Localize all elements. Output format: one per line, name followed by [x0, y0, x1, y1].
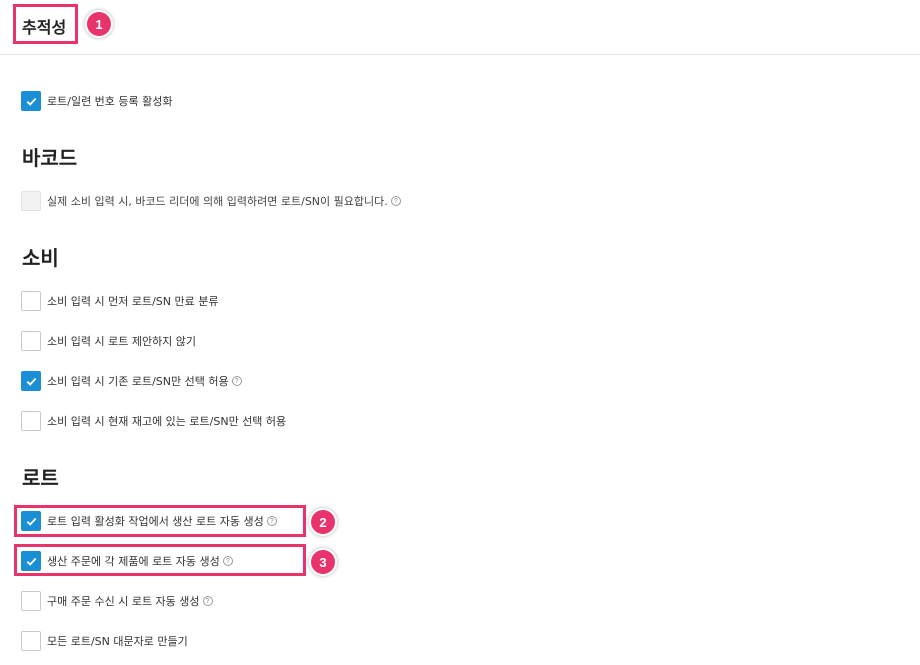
consumption-option-checkbox[interactable] [21, 411, 41, 431]
consumption-option-label: 소비 입력 시 현재 재고에 있는 로트/SN만 선택 허용 [47, 415, 287, 428]
lot-option-label: 구매 주문 수신 시 로트 자동 생성 [47, 595, 200, 608]
consumption-option-checkbox[interactable] [21, 371, 41, 391]
consumption-option-label: 소비 입력 시 기존 로트/SN만 선택 허용 [47, 375, 229, 388]
check-icon [26, 97, 36, 106]
title-divider [0, 54, 920, 55]
annotation-badge-2: 2 [311, 510, 335, 534]
question-circle-icon[interactable]: ? [266, 516, 277, 526]
require-lot-sn-checkbox [21, 191, 41, 211]
lot-option-row[interactable]: 로트 입력 활성화 작업에서 생산 로트 자동 생성 ? [21, 511, 277, 531]
question-circle-icon[interactable]: ? [202, 596, 213, 606]
check-icon [26, 517, 36, 526]
require-lot-sn-row: 실제 소비 입력 시, 바코드 리더에 의해 입력하려면 로트/SN이 필요합니… [21, 191, 401, 211]
question-circle-icon[interactable]: ? [222, 556, 233, 566]
lot-section-title: 로트 [22, 466, 59, 490]
lot-option-label: 로트 입력 활성화 작업에서 생산 로트 자동 생성 [47, 515, 264, 528]
lot-option-row[interactable]: 생산 주문에 각 제품에 로트 자동 생성 ? [21, 551, 233, 571]
annotation-badge-3: 3 [311, 550, 335, 574]
lot-option-checkbox[interactable] [21, 631, 41, 651]
lot-option-row[interactable]: 구매 주문 수신 시 로트 자동 생성 ? [21, 591, 213, 611]
lot-option-row[interactable]: 모든 로트/SN 대문자로 만들기 [21, 631, 188, 651]
lot-option-label: 모든 로트/SN 대문자로 만들기 [47, 635, 188, 648]
lot-option-checkbox[interactable] [21, 551, 41, 571]
question-circle-icon[interactable]: ? [390, 196, 401, 206]
annotation-badge-1: 1 [87, 12, 111, 36]
enable-lot-serial-row[interactable]: 로트/일련 번호 등록 활성화 [21, 91, 173, 111]
barcode-section-title: 바코드 [22, 146, 78, 170]
consumption-section-title: 소비 [22, 246, 59, 270]
consumption-option-row[interactable]: 소비 입력 시 기존 로트/SN만 선택 허용 ? [21, 371, 242, 391]
consumption-option-label: 소비 입력 시 로트 제안하지 않기 [47, 335, 197, 348]
check-icon [26, 377, 36, 386]
lot-option-label: 생산 주문에 각 제품에 로트 자동 생성 [47, 555, 220, 568]
consumption-option-row[interactable]: 소비 입력 시 현재 재고에 있는 로트/SN만 선택 허용 [21, 411, 286, 431]
question-circle-icon[interactable]: ? [231, 376, 242, 386]
lot-option-checkbox[interactable] [21, 591, 41, 611]
enable-lot-serial-checkbox[interactable] [21, 91, 41, 111]
consumption-option-row[interactable]: 소비 입력 시 먼저 로트/SN 만료 분류 [21, 291, 218, 311]
consumption-option-label: 소비 입력 시 먼저 로트/SN 만료 분류 [47, 295, 219, 308]
consumption-option-row[interactable]: 소비 입력 시 로트 제안하지 않기 [21, 331, 196, 351]
page-title: 추적성 [22, 18, 67, 37]
consumption-option-checkbox[interactable] [21, 331, 41, 351]
consumption-option-checkbox[interactable] [21, 291, 41, 311]
check-icon [26, 557, 36, 566]
enable-lot-serial-label: 로트/일련 번호 등록 활성화 [47, 95, 173, 108]
require-lot-sn-label: 실제 소비 입력 시, 바코드 리더에 의해 입력하려면 로트/SN이 필요합니… [47, 195, 388, 208]
lot-option-checkbox[interactable] [21, 511, 41, 531]
